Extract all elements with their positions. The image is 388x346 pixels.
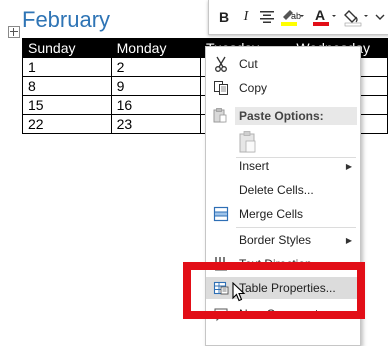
table-cell[interactable]: 23	[110, 114, 201, 134]
center-align-button[interactable]	[257, 6, 277, 28]
table-cell[interactable]: 15	[22, 95, 112, 115]
table-cell[interactable]: 2	[110, 57, 201, 77]
month-title: February	[22, 7, 111, 32]
clipboard-icon	[239, 131, 256, 153]
mini-toolbar: B I ab A	[208, 0, 388, 35]
paste-options-header: Paste Options:	[235, 107, 357, 125]
paste-keep-formatting-button[interactable]	[236, 129, 260, 155]
align-center-icon	[260, 11, 274, 23]
menu-item-cut[interactable]: Cut	[206, 53, 360, 75]
menu-item-copy[interactable]: Copy	[206, 77, 360, 99]
mouse-pointer-icon	[232, 281, 246, 307]
bold-button[interactable]: B	[215, 6, 233, 28]
highlighter-icon: ab	[281, 10, 304, 26]
chevron-down-icon	[375, 14, 385, 20]
font-color-icon: A	[313, 7, 336, 26]
table-cell[interactable]: 16	[110, 95, 201, 115]
submenu-arrow-icon: ▶	[345, 161, 352, 171]
menu-label-border-styles: Border Styles	[239, 233, 312, 247]
menu-item-delete-cells[interactable]: Delete Cells...	[206, 179, 360, 201]
italic-button[interactable]: I	[237, 6, 255, 28]
header-monday[interactable]: Monday	[110, 38, 201, 58]
table-move-handle-icon[interactable]	[8, 26, 20, 38]
submenu-arrow-icon: ▶	[345, 235, 352, 245]
svg-text:ab: ab	[291, 11, 301, 21]
menu-label-insert: Insert	[239, 159, 270, 173]
menu-label-cut: Cut	[239, 57, 258, 71]
copy-icon	[212, 79, 230, 97]
menu-item-merge-cells[interactable]: Merge Cells	[206, 203, 360, 225]
highlight-callout-box	[183, 262, 365, 319]
font-color-button[interactable]: A	[311, 6, 339, 28]
menu-item-insert[interactable]: Insert ▶	[206, 155, 360, 177]
shading-button[interactable]	[343, 6, 371, 28]
menu-item-border-styles[interactable]: Border Styles ▶	[206, 229, 360, 251]
font-color-letter: A	[315, 7, 325, 23]
table-cell[interactable]: 8	[22, 76, 112, 96]
header-sunday[interactable]: Sunday	[22, 38, 112, 58]
menu-label-delete-cells: Delete Cells...	[239, 183, 314, 197]
highlight-color-button[interactable]: ab	[279, 6, 307, 28]
menu-label-copy: Copy	[239, 81, 268, 95]
menu-separator	[236, 227, 356, 228]
menu-label-merge-cells: Merge Cells	[239, 207, 304, 221]
table-cell[interactable]: 9	[110, 76, 201, 96]
scissors-icon	[212, 55, 230, 73]
table-cell[interactable]: 22	[22, 114, 112, 134]
more-options-button[interactable]	[373, 6, 387, 28]
table-cell[interactable]: 1	[22, 57, 112, 77]
merge-cells-icon	[212, 205, 230, 223]
paint-bucket-icon	[344, 10, 368, 27]
paste-icon	[212, 107, 230, 125]
